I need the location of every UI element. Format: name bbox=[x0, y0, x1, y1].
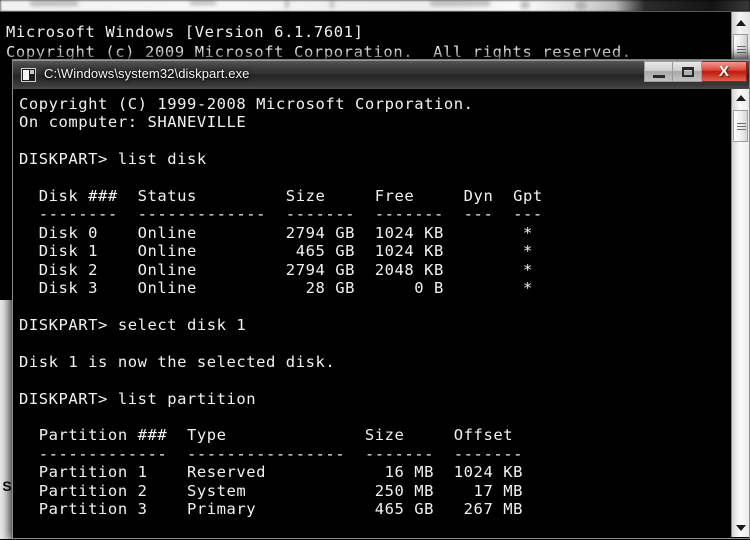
close-button[interactable]: X bbox=[702, 61, 747, 82]
diskpart-console-body[interactable]: Copyright (C) 1999-2008 Microsoft Corpor… bbox=[12, 89, 750, 539]
maximize-icon bbox=[682, 67, 694, 77]
minimize-icon bbox=[653, 75, 665, 78]
background-console-scrollbar[interactable] bbox=[731, 12, 750, 63]
minimize-button[interactable] bbox=[644, 61, 673, 82]
close-icon: X bbox=[718, 63, 729, 80]
cmd-console-background-text: Microsoft Windows [Version 6.1.7601] Cop… bbox=[6, 23, 632, 61]
diskpart-titlebar[interactable]: C:\Windows\system32\diskpart.exe X bbox=[12, 59, 750, 89]
scroll-down-arrow-icon[interactable] bbox=[735, 525, 746, 531]
scroll-up-arrow-icon[interactable] bbox=[735, 95, 746, 101]
window-title: C:\Windows\system32\diskpart.exe bbox=[44, 66, 250, 81]
console-text-area[interactable]: Copyright (C) 1999-2008 Microsoft Corpor… bbox=[13, 89, 730, 538]
scroll-up-arrow-icon[interactable] bbox=[736, 20, 746, 26]
scrollbar-thumb[interactable] bbox=[733, 110, 748, 142]
diskpart-console-output: Copyright (C) 1999-2008 Microsoft Corpor… bbox=[19, 95, 543, 538]
scrollbar-thumb[interactable] bbox=[733, 34, 748, 62]
maximize-button[interactable] bbox=[673, 61, 702, 82]
console-window-icon bbox=[21, 68, 36, 82]
diskpart-window[interactable]: C:\Windows\system32\diskpart.exe X Copyr… bbox=[12, 59, 750, 539]
diskpart-scrollbar[interactable] bbox=[731, 89, 749, 537]
window-controls: X bbox=[644, 61, 747, 83]
